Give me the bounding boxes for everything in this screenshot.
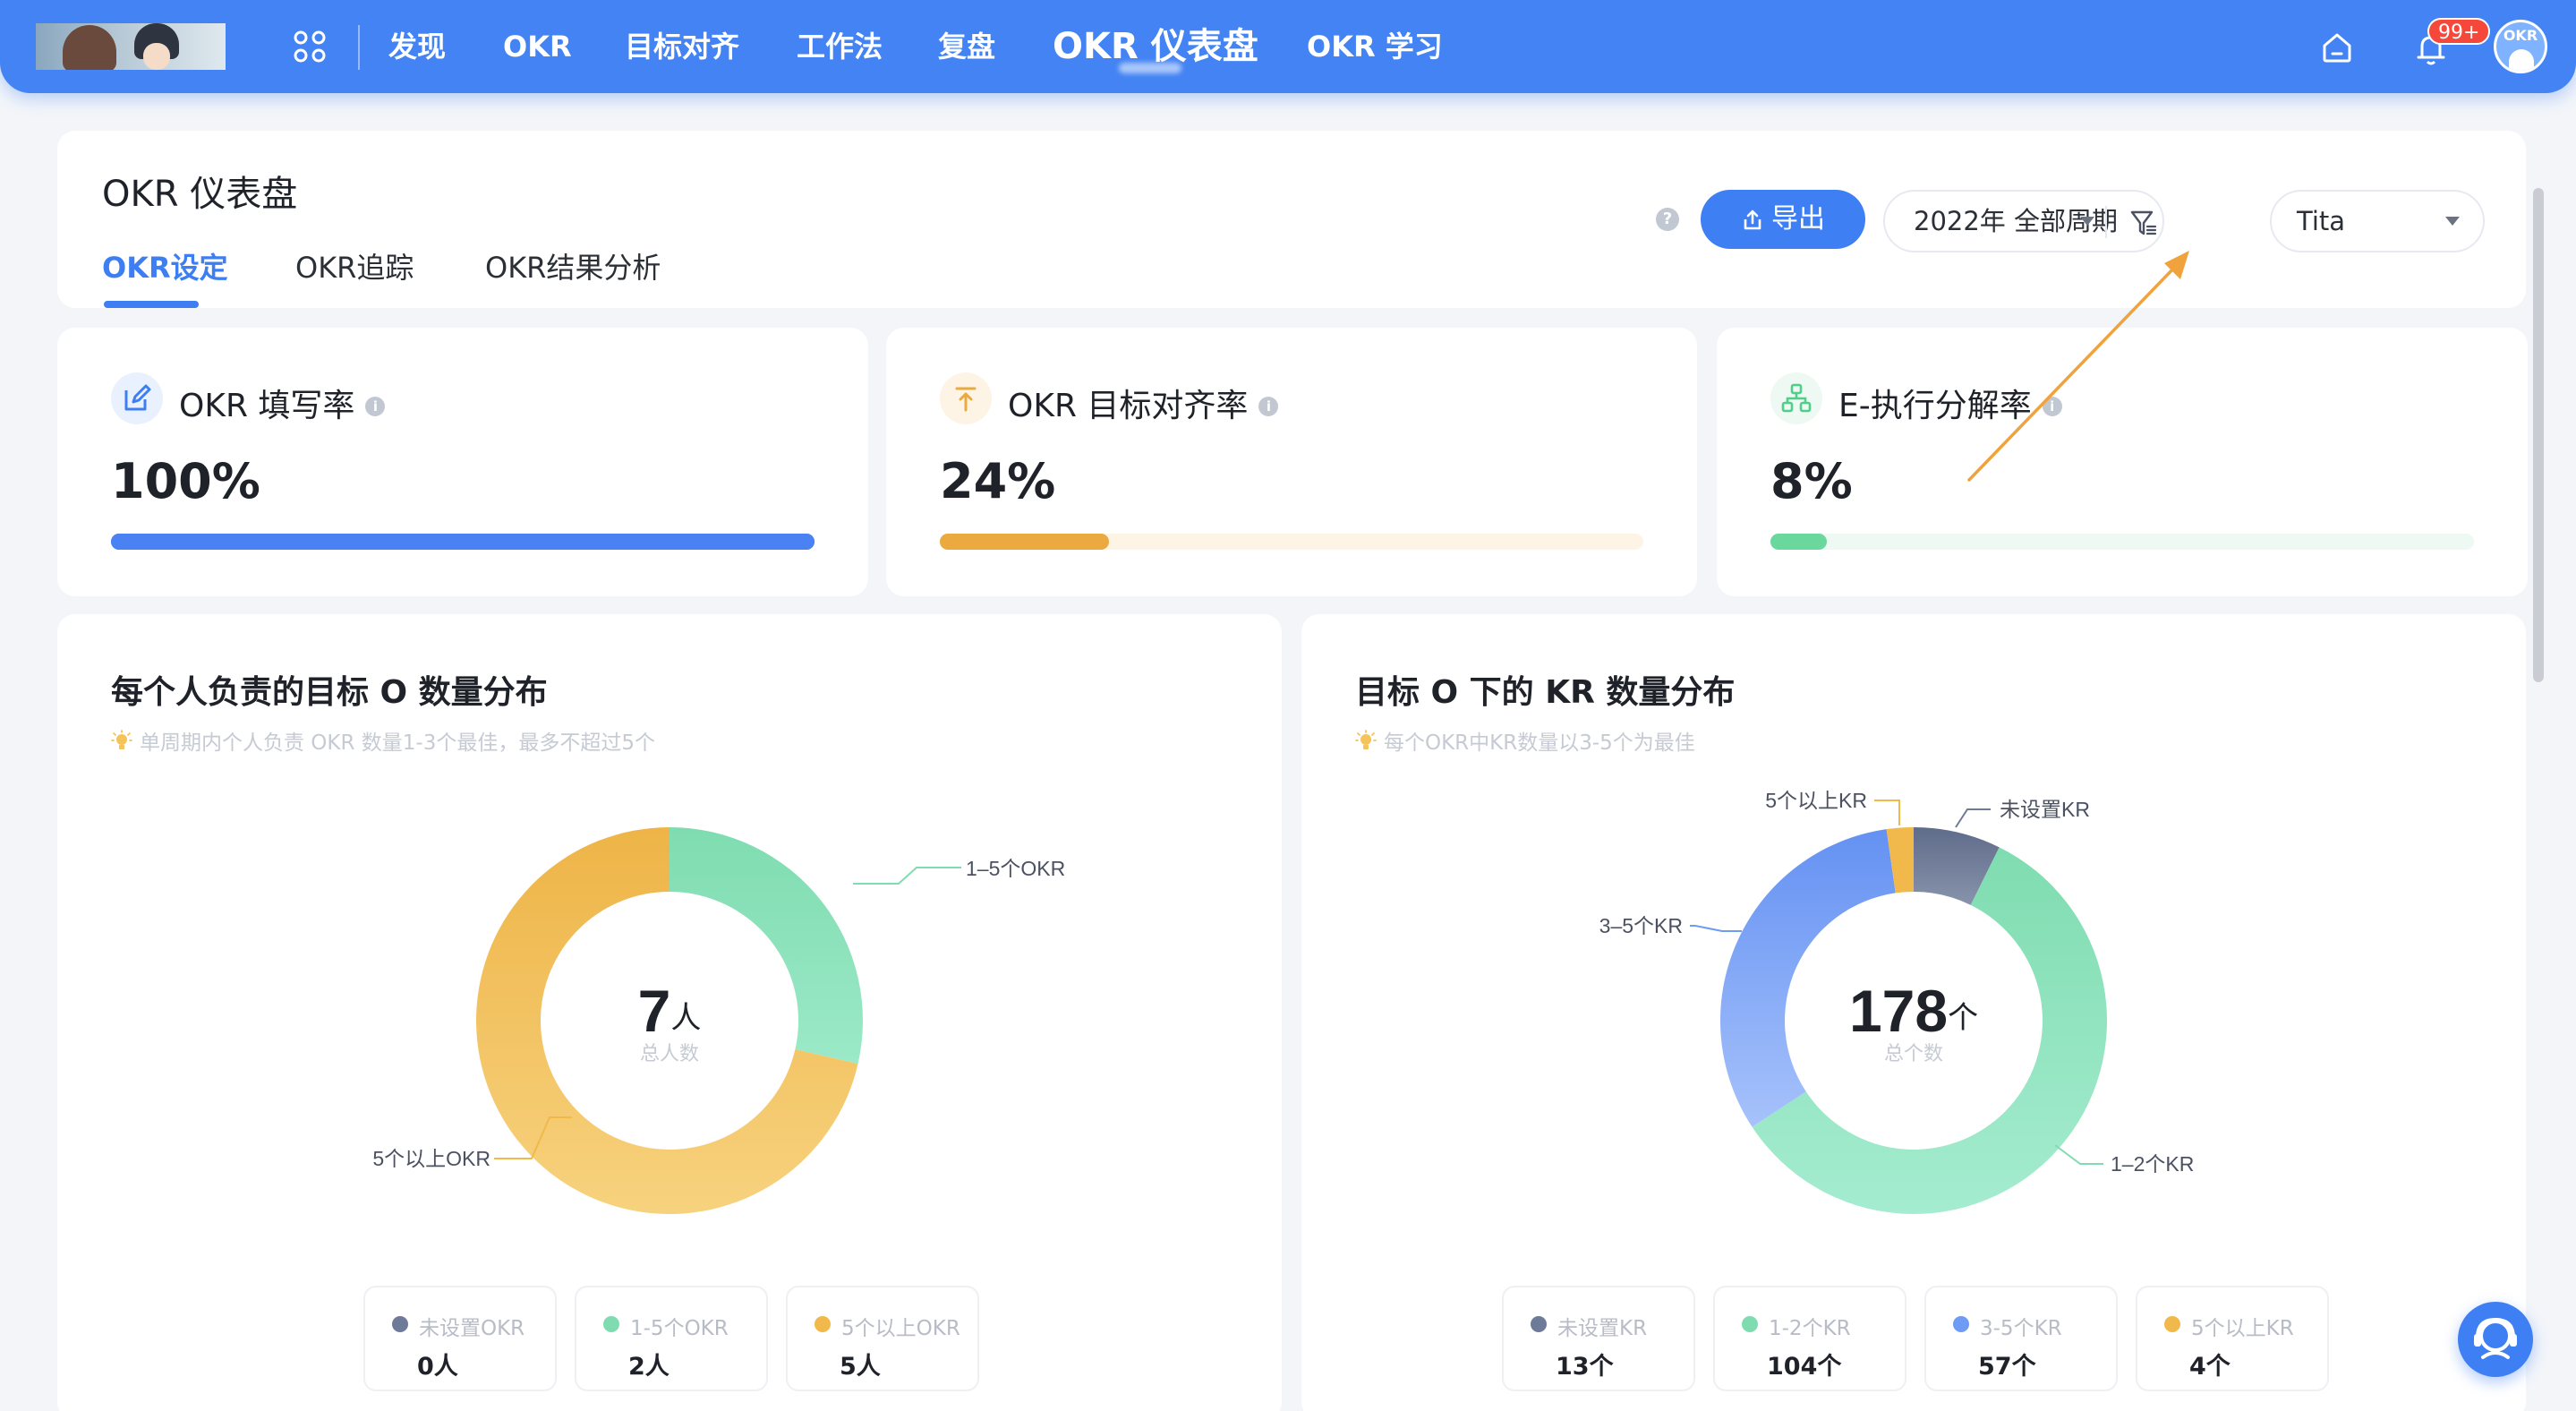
page-scrollbar[interactable]: [2533, 188, 2544, 682]
customer-service-icon: [2474, 1317, 2517, 1359]
annotation-arrow: [1967, 251, 2189, 482]
support-chat-button[interactable]: [2458, 1302, 2533, 1377]
